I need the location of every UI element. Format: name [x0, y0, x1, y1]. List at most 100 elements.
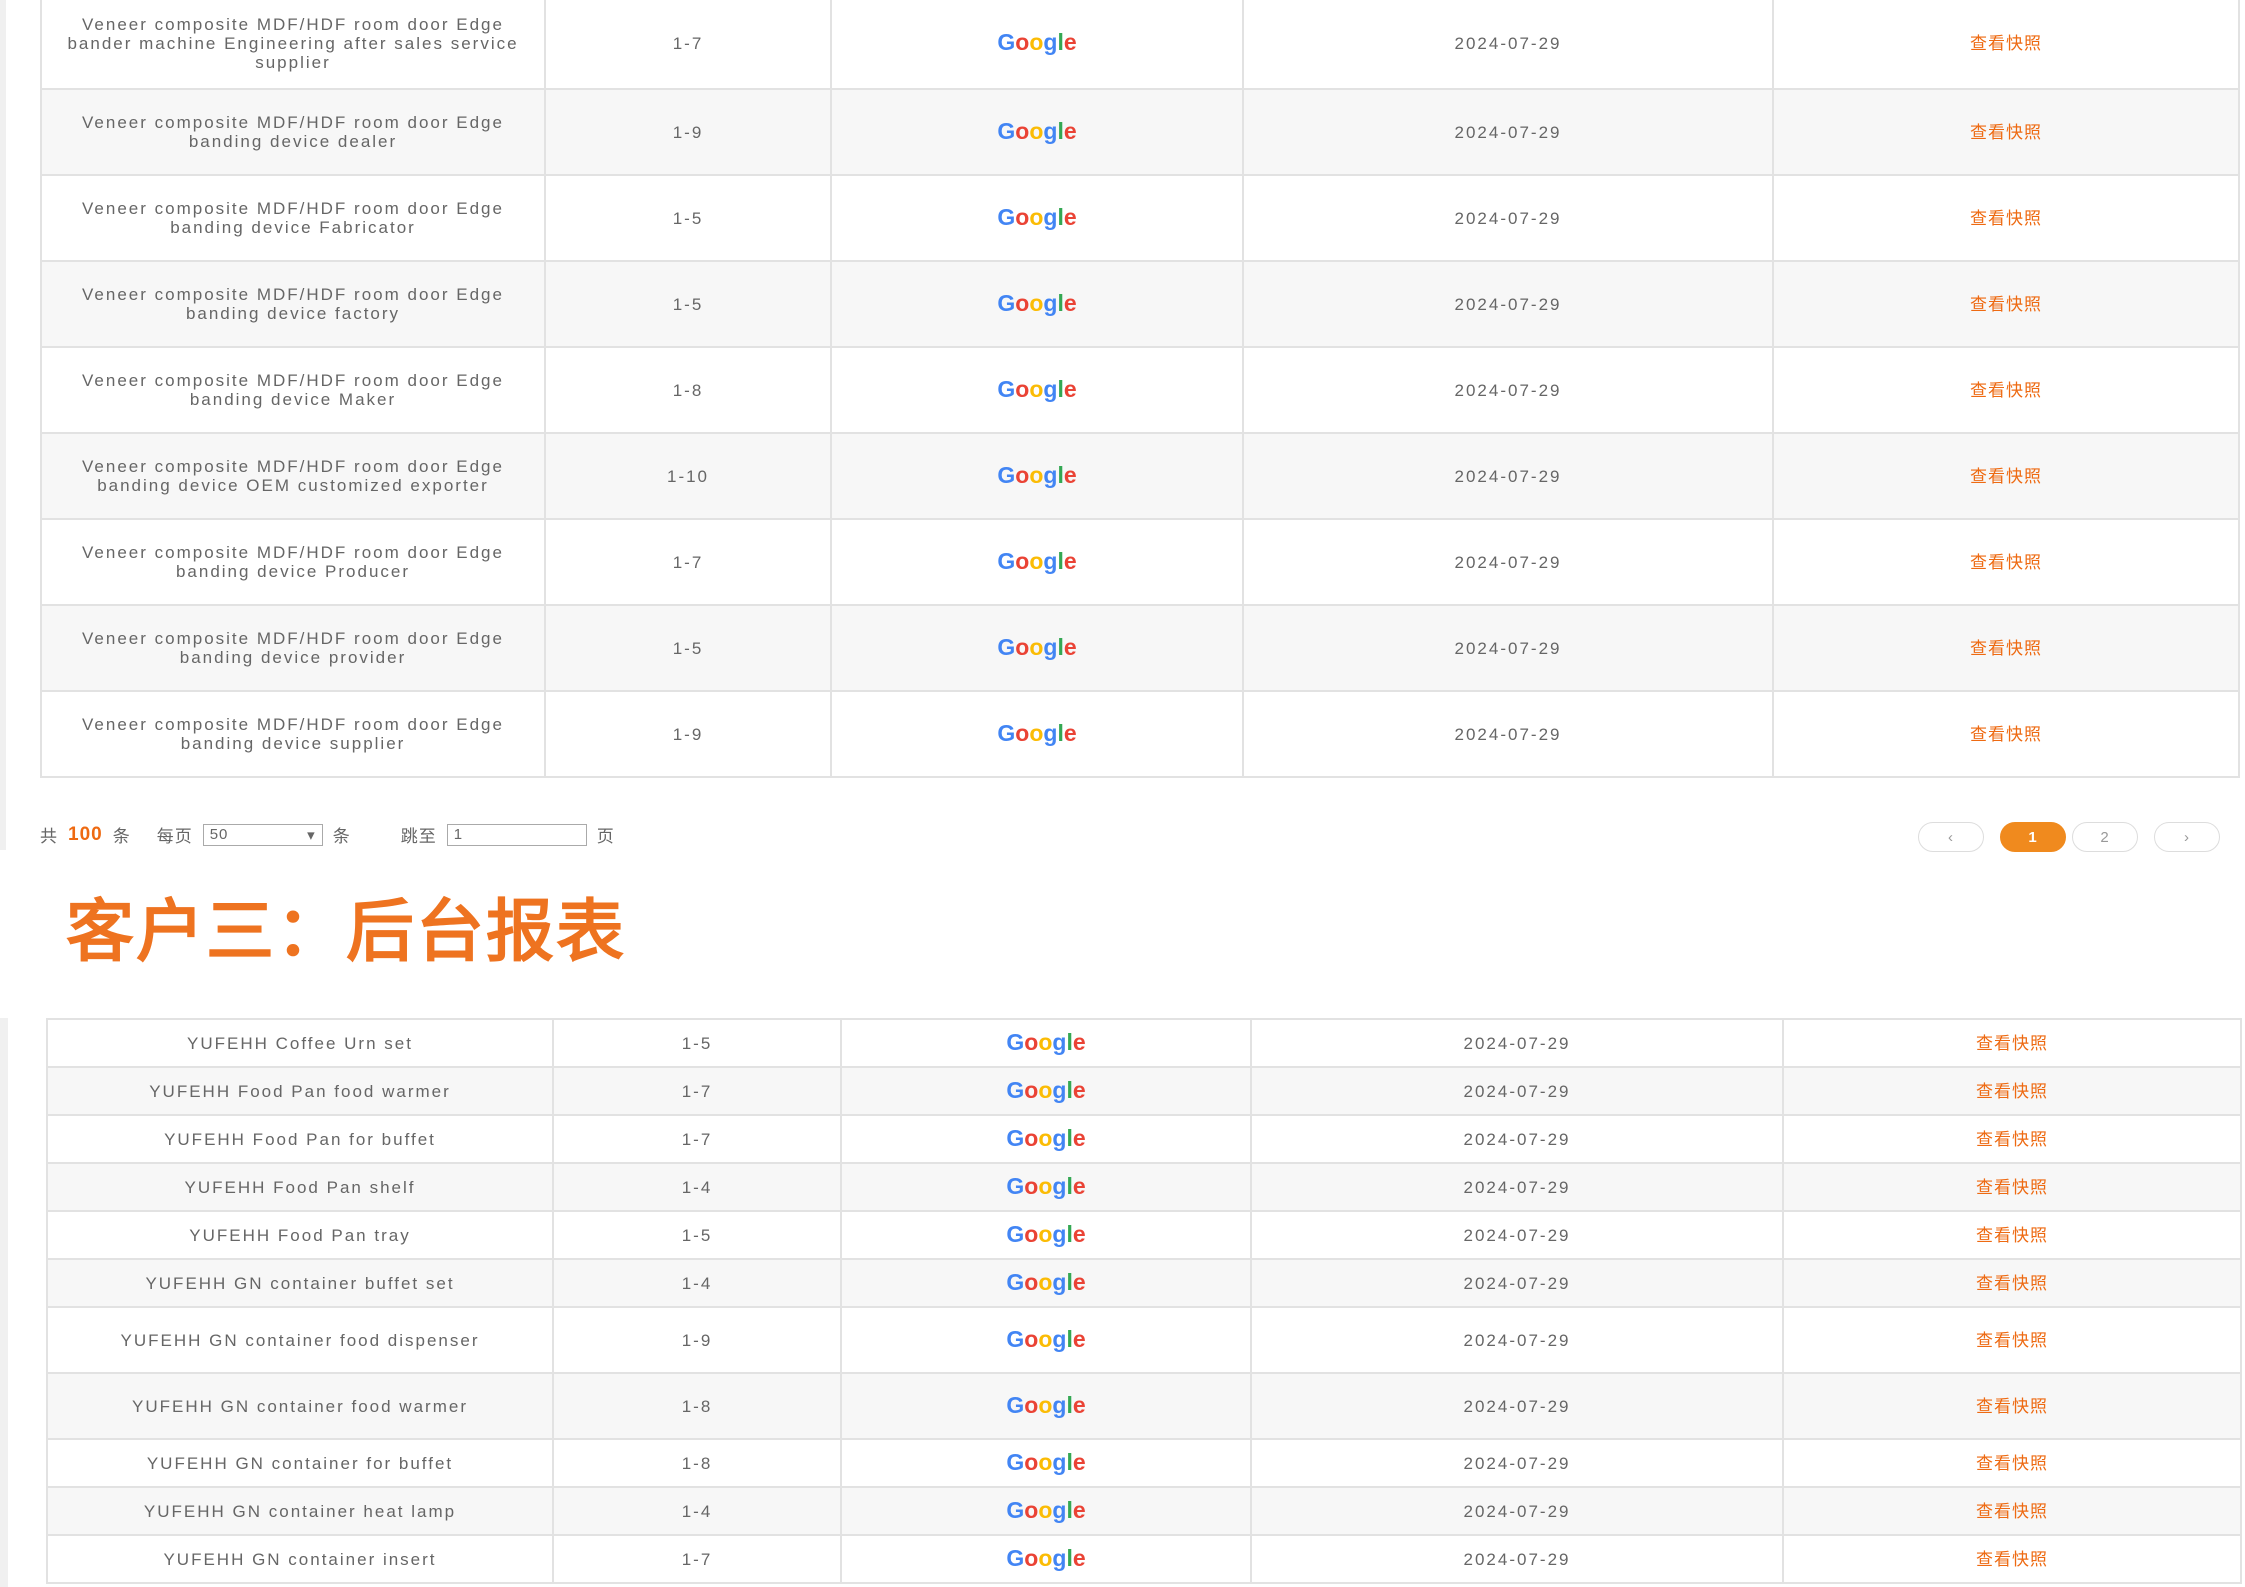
per-page-select[interactable]: 50 ▾ — [202, 823, 323, 846]
view-snapshot-link[interactable]: 查看快照 — [1970, 553, 2042, 572]
date-cell: 2024-07-29 — [1250, 1438, 1784, 1488]
view-snapshot-link[interactable]: 查看快照 — [1970, 209, 2042, 228]
view-snapshot-link[interactable]: 查看快照 — [1976, 1454, 2048, 1473]
view-snapshot-link[interactable]: 查看快照 — [1970, 467, 2042, 486]
view-snapshot-link[interactable]: 查看快照 — [1976, 1034, 2048, 1053]
keyword-cell: YUFEHH Food Pan tray — [46, 1210, 554, 1260]
google-logo: Google — [997, 117, 1077, 144]
rank-cell: 1-5 — [552, 1018, 842, 1068]
table-row: YUFEHH GN container buffet set 1-4 Google 2… — [46, 1258, 2242, 1308]
rank-cell: 1-7 — [552, 1114, 842, 1164]
google-logo: Google — [1006, 1076, 1086, 1103]
date-cell: 2024-07-29 — [1242, 0, 1774, 90]
table-row: Veneer composite MDF/HDF room door Edge … — [40, 346, 2240, 434]
google-logo: Google — [997, 375, 1077, 402]
view-snapshot-link[interactable]: 查看快照 — [1976, 1082, 2048, 1101]
google-logo: Google — [1006, 1268, 1086, 1295]
engine-cell: Google — [840, 1534, 1252, 1584]
table-row: Veneer composite MDF/HDF room door Edge … — [40, 0, 2240, 90]
view-snapshot-link[interactable]: 查看快照 — [1970, 295, 2042, 314]
date-cell: 2024-07-29 — [1250, 1066, 1784, 1116]
google-logo: Google — [1006, 1172, 1086, 1199]
keyword-cell: YUFEHH GN container for buffet — [46, 1438, 554, 1488]
view-snapshot-link[interactable]: 查看快照 — [1970, 381, 2042, 400]
snapshot-cell: 查看快照 — [1782, 1534, 2242, 1584]
keyword-cell: Veneer composite MDF/HDF room door Edge … — [40, 260, 546, 348]
snapshot-cell: 查看快照 — [1772, 518, 2240, 606]
view-snapshot-link[interactable]: 查看快照 — [1976, 1274, 2048, 1293]
left-scroll-gutter-2 — [0, 1018, 8, 1587]
snapshot-cell: 查看快照 — [1782, 1486, 2242, 1536]
google-logo: Google — [997, 28, 1077, 55]
total-suffix: 条 — [112, 827, 131, 846]
engine-cell: Google — [840, 1306, 1252, 1374]
view-snapshot-link[interactable]: 查看快照 — [1976, 1331, 2048, 1350]
view-snapshot-link[interactable]: 查看快照 — [1976, 1178, 2048, 1197]
rank-cell: 1-8 — [552, 1372, 842, 1440]
table-row: Veneer composite MDF/HDF room door Edge … — [40, 518, 2240, 606]
next-page-button[interactable]: › — [2154, 822, 2220, 852]
snapshot-cell: 查看快照 — [1772, 88, 2240, 176]
keyword-cell: YUFEHH Food Pan shelf — [46, 1162, 554, 1212]
date-cell: 2024-07-29 — [1250, 1162, 1784, 1212]
view-snapshot-link[interactable]: 查看快照 — [1976, 1502, 2048, 1521]
prev-page-button[interactable]: ‹ — [1918, 822, 1984, 852]
view-snapshot-link[interactable]: 查看快照 — [1970, 639, 2042, 658]
table-row: Veneer composite MDF/HDF room door Edge … — [40, 604, 2240, 692]
keyword-cell: YUFEHH Food Pan for buffet — [46, 1114, 554, 1164]
rank-cell: 1-4 — [552, 1162, 842, 1212]
table-row: Veneer composite MDF/HDF room door Edge … — [40, 174, 2240, 262]
view-snapshot-link[interactable]: 查看快照 — [1976, 1397, 2048, 1416]
table-row: YUFEHH GN container food warmer 1-8 Google… — [46, 1372, 2242, 1440]
snapshot-cell: 查看快照 — [1782, 1438, 2242, 1488]
google-logo: Google — [997, 461, 1077, 488]
date-cell: 2024-07-29 — [1242, 260, 1774, 348]
page-2-button[interactable]: 2 — [2072, 822, 2138, 852]
table-row: YUFEHH Coffee Urn set 1-5 Google 2024-07-29… — [46, 1018, 2242, 1068]
total-count: 100 — [68, 823, 103, 845]
google-logo: Google — [997, 719, 1077, 746]
table-row: YUFEHH Food Pan food warmer 1-7 Google 2024… — [46, 1066, 2242, 1116]
left-scroll-gutter — [0, 0, 6, 850]
google-logo: Google — [1006, 1028, 1086, 1055]
keyword-cell: Veneer composite MDF/HDF room door Edge … — [40, 174, 546, 262]
page-1-button[interactable]: 1 — [2000, 822, 2066, 852]
snapshot-cell: 查看快照 — [1782, 1210, 2242, 1260]
date-cell: 2024-07-29 — [1242, 518, 1774, 606]
keyword-cell: YUFEHH GN container food dispenser — [46, 1306, 554, 1374]
table-row: Veneer composite MDF/HDF room door Edge … — [40, 690, 2240, 778]
rank-cell: 1-9 — [552, 1306, 842, 1374]
view-snapshot-link[interactable]: 查看快照 — [1970, 725, 2042, 744]
per-page-suffix: 条 — [332, 827, 351, 846]
engine-cell: Google — [830, 0, 1244, 90]
rank-cell: 1-5 — [552, 1210, 842, 1260]
rank-cell: 1-5 — [544, 604, 832, 692]
table-row: Veneer composite MDF/HDF room door Edge … — [40, 432, 2240, 520]
view-snapshot-link[interactable]: 查看快照 — [1976, 1130, 2048, 1149]
pagination-info: 共 100 条 每页 50 ▾ 条 跳至 1 页 — [40, 822, 615, 847]
view-snapshot-link[interactable]: 查看快照 — [1970, 34, 2042, 53]
rank-cell: 1-4 — [552, 1486, 842, 1536]
engine-cell: Google — [840, 1114, 1252, 1164]
pagination-bar: 共 100 条 每页 50 ▾ 条 跳至 1 页 ‹ 1 2 › — [40, 812, 2230, 856]
keyword-cell: Veneer composite MDF/HDF room door Edge … — [40, 88, 546, 176]
goto-page-input[interactable]: 1 — [446, 823, 587, 846]
engine-cell: Google — [840, 1210, 1252, 1260]
rank-cell: 1-8 — [544, 346, 832, 434]
snapshot-cell: 查看快照 — [1772, 432, 2240, 520]
chevron-down-icon: ▾ — [307, 826, 316, 844]
date-cell: 2024-07-29 — [1242, 88, 1774, 176]
total-prefix: 共 — [40, 827, 58, 846]
view-snapshot-link[interactable]: 查看快照 — [1970, 123, 2042, 142]
view-snapshot-link[interactable]: 查看快照 — [1976, 1226, 2048, 1245]
keyword-cell: Veneer composite MDF/HDF room door Edge … — [40, 604, 546, 692]
date-cell: 2024-07-29 — [1242, 604, 1774, 692]
date-cell: 2024-07-29 — [1242, 174, 1774, 262]
date-cell: 2024-07-29 — [1250, 1534, 1784, 1584]
engine-cell: Google — [840, 1486, 1252, 1536]
date-cell: 2024-07-29 — [1242, 690, 1774, 778]
view-snapshot-link[interactable]: 查看快照 — [1976, 1550, 2048, 1569]
rank-cell: 1-5 — [544, 260, 832, 348]
date-cell: 2024-07-29 — [1250, 1306, 1784, 1374]
keyword-cell: Veneer composite MDF/HDF room door Edge … — [40, 432, 546, 520]
